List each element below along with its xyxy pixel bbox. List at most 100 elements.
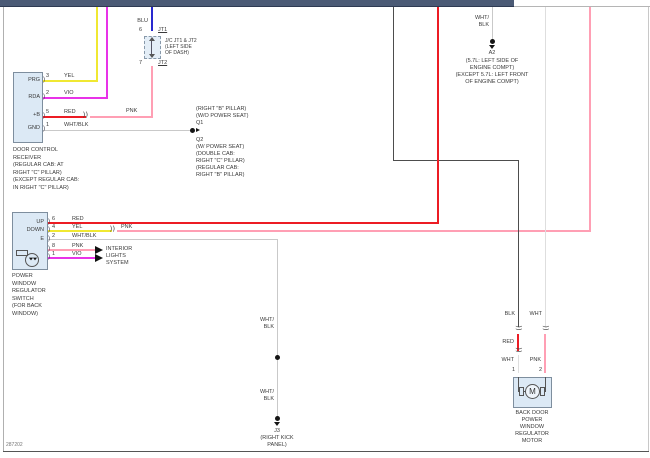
jt1-pin-number: 6 <box>139 27 143 33</box>
wire-red-up-horizontal <box>48 222 438 224</box>
wire-wht-vertical-motor <box>545 7 546 327</box>
frame-bottom-rule <box>3 451 649 452</box>
motor-pin-num-1: 1 <box>512 367 516 373</box>
wire-label-yel: YEL <box>64 73 75 79</box>
blu-wire-label: BLU <box>137 18 148 24</box>
wire-pnk-b-horizontal <box>90 116 153 118</box>
jt1-pin-name: JT1 <box>158 27 168 33</box>
ground-a2-caption: (5.7L: LEFT SIDE OF ENGINE COMPT) (EXCEPT … <box>455 58 529 85</box>
motor-caption: BACK DOOR POWER WINDOW REGULATOR MOTOR <box>515 410 549 444</box>
frame-right <box>648 7 649 451</box>
switch-pin-name-e: E <box>40 236 44 242</box>
receiver-pin-name-rda: RDA <box>28 94 40 100</box>
ground-a2-icon <box>490 39 495 44</box>
wire-label-blk-motor: BLK <box>504 311 515 317</box>
wire-label-red-up: RED <box>72 216 84 222</box>
ground-a2-arrow-icon <box>489 45 495 49</box>
wire-pnk-motor-segment <box>544 334 546 373</box>
switch-caption: POWER WINDOW REGULATOR SWITCH (FOR BACK WINDO… <box>12 273 46 317</box>
kick-wire-label-lower: WHT/BLK <box>259 389 274 402</box>
ground-q-below-text: Q2 (W/ POWER SEAT) (DOUBLE CAB: RIGHT "C" P… <box>196 137 245 178</box>
jt2-pin-number: 7 <box>139 60 143 66</box>
wire-label-red-motor: RED <box>502 339 514 345</box>
receiver-pin-name-gnd: GND <box>27 125 40 131</box>
wire-label-pnk-illum: PNK <box>72 243 84 249</box>
ground-a2-name: A2 <box>488 50 496 56</box>
wiring-diagram-page: BLU 6 JT1 J/C JT1 & JT2 (LEFT SIDE OF DASH… <box>0 0 650 458</box>
switch-pin-name-up: UP <box>36 219 44 225</box>
interior-lights-system-text: INTERIOR LIGHTS SYSTEM <box>106 246 133 266</box>
wire-label-pnk-b: PNK <box>126 108 138 114</box>
frame-left <box>3 7 4 451</box>
wire-label-vio-illum: VIO <box>72 251 82 257</box>
wire-wht-motor-segment <box>518 355 519 373</box>
kick-wire-label-upper: WHT/BLK <box>259 317 274 330</box>
motor-brush-left-icon <box>519 387 524 396</box>
connector-wht-pnk: )) <box>541 324 550 330</box>
wire-label-red: RED <box>64 109 76 115</box>
j3-arrow-icon <box>274 422 280 426</box>
receiver-pin-num-3: 3 <box>46 73 50 79</box>
a2-wire-label: WHT/BLK <box>474 15 489 28</box>
receiver-caption: DOOR CONTROL RECEIVER (REGULAR CAB: AT RIGH… <box>13 147 80 191</box>
switch-pin-num-1: 1 <box>52 251 56 257</box>
receiver-pin-num-5: 5 <box>46 109 50 115</box>
switch-pin-num-8: 8 <box>52 243 56 249</box>
diagram-code: 287202 <box>6 442 23 448</box>
receiver-pin-num-2: 2 <box>46 90 50 96</box>
ground-q1-arrow-icon <box>196 128 200 132</box>
ground-q-above-text: (RIGHT "B" PILLAR) (W/O POWER SEAT) Q1 <box>196 106 249 126</box>
wire-pnk-down-horizontal <box>117 230 591 232</box>
wire-label-whtblk-gnd: WHT/BLK <box>64 122 89 128</box>
wire-label-whtblk-e: WHT/BLK <box>72 233 97 239</box>
connector-red-pnk: )) <box>82 111 89 119</box>
wire-label-pnk-motor: PNK <box>529 357 541 363</box>
motor-stub-right <box>545 377 546 392</box>
motor-brush-right-icon <box>540 387 545 396</box>
wire-label-pnk-down: PNK <box>121 224 133 230</box>
jc-junction-caption: J/C JT1 & JT2 (LEFT SIDE OF DASH) <box>165 38 197 56</box>
splice-dot-icon <box>275 355 280 360</box>
jc-arrow-down-icon <box>149 54 155 58</box>
receiver-pin-name-prg: PRG <box>28 77 40 83</box>
wire-pnk-vertical <box>589 7 591 232</box>
connector-red-wht: )) <box>514 346 523 352</box>
wire-whtblk-kick-vertical <box>277 239 278 420</box>
switch-lamp-arrow2-icon <box>32 257 38 261</box>
jc-arrow-up-icon <box>149 37 155 41</box>
wire-red-vertical <box>437 7 439 224</box>
switch-pin-bracket-2: ) <box>48 235 51 242</box>
wire-whtblk-gnd-horizontal <box>43 130 191 131</box>
wire-vio-vertical <box>106 7 108 99</box>
switch-pin-num-2: 2 <box>52 233 56 239</box>
wire-blk-vertical-motor <box>518 160 519 327</box>
interior-lights-arrow-icon <box>95 246 103 254</box>
receiver-pin-bracket-1: ) <box>43 125 46 132</box>
switch-pin-bracket-4: ) <box>48 226 51 233</box>
receiver-pin-name-b: +B <box>33 112 40 118</box>
receiver-pin-num-1: 1 <box>46 122 50 128</box>
switch-pin-num-6: 6 <box>52 216 56 222</box>
wire-red-b-horizontal <box>43 116 86 118</box>
receiver-pin-bracket-3: ) <box>43 76 46 83</box>
wire-yel-prg-horizontal <box>43 80 98 82</box>
ground-q1-icon <box>190 128 195 133</box>
wire-label-yel-down: YEL <box>72 224 83 230</box>
switch-pin-name-down: DOWN <box>26 227 44 233</box>
switch-pin-bracket-1: ) <box>48 253 51 260</box>
motor-pin-num-2: 2 <box>539 367 543 373</box>
switch-pin-num-4: 4 <box>52 224 56 230</box>
switch-pin-bracket-6: ) <box>48 218 51 225</box>
interior-lights-arrow2-icon <box>95 254 103 262</box>
j3-connector-icon <box>275 416 280 421</box>
receiver-pin-bracket-2: ) <box>43 93 46 100</box>
jt2-pin-name: JT2 <box>158 60 168 66</box>
connector-blk-red: )) <box>514 324 523 330</box>
wire-label-wht-top-motor: WHT <box>529 311 542 317</box>
receiver-pin-bracket-5: ) <box>43 112 46 119</box>
wire-yel-vertical <box>96 7 98 82</box>
j3-caption: (RIGHT KICK PANEL) <box>260 435 294 448</box>
connector-yel-pnk: )) <box>109 225 116 233</box>
switch-pin-bracket-8: ) <box>48 245 51 252</box>
header-bar-gap <box>514 0 650 7</box>
